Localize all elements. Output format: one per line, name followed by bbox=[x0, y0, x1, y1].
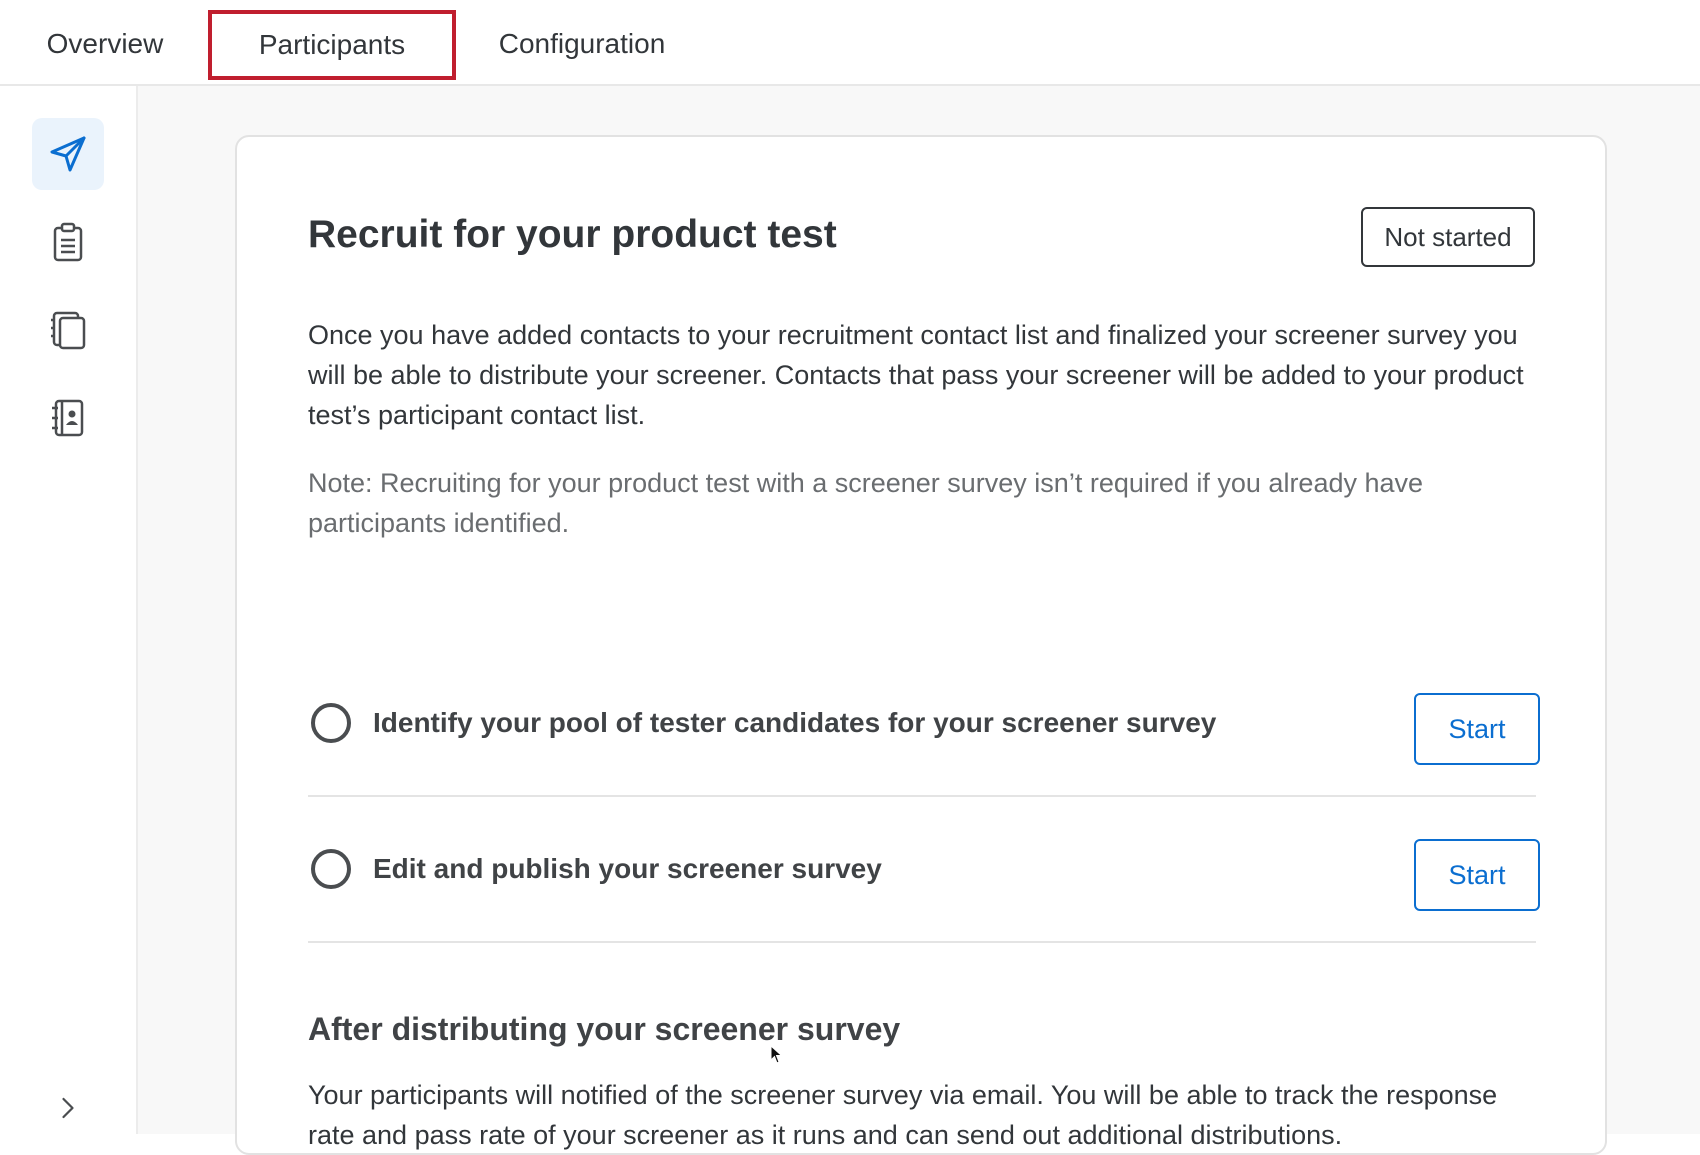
card-description: Once you have added contacts to your rec… bbox=[308, 320, 1524, 430]
sidebar-item-survey[interactable] bbox=[32, 206, 104, 278]
chevron-right-icon bbox=[62, 1097, 74, 1119]
step-status-circle-icon bbox=[311, 849, 351, 889]
recruit-card: Recruit for your product test Not starte… bbox=[235, 135, 1607, 1155]
start-edit-publish-button[interactable]: Start bbox=[1414, 839, 1540, 911]
clipboard-icon bbox=[53, 222, 83, 262]
sidebar-item-pages[interactable] bbox=[32, 294, 104, 366]
main-content: Recruit for your product test Not starte… bbox=[138, 86, 1700, 1155]
step-label: Edit and publish your screener survey bbox=[373, 853, 882, 884]
tab-overview[interactable]: Overview bbox=[40, 4, 170, 84]
mouse-cursor-icon bbox=[770, 1045, 783, 1064]
contact-book-icon bbox=[52, 399, 84, 437]
sidebar-item-contacts[interactable] bbox=[32, 382, 104, 454]
card-note: Note: Recruiting for your product test w… bbox=[308, 468, 1424, 538]
after-distributing-title: After distributing your screener survey bbox=[308, 1011, 901, 1047]
after-distributing-text: Your participants will notified of the s… bbox=[308, 1080, 1498, 1150]
step-edit-publish: Edit and publish your screener survey St… bbox=[308, 797, 1540, 943]
step-label: Identify your pool of tester candidates … bbox=[373, 707, 1217, 738]
tab-bar: Overview Participants Configuration bbox=[0, 4, 1700, 86]
sidebar-item-distribute[interactable] bbox=[32, 118, 104, 190]
status-badge: Not started bbox=[1361, 207, 1535, 267]
pages-icon bbox=[51, 311, 86, 350]
sidebar bbox=[0, 86, 138, 1134]
step-identify-pool: Identify your pool of tester candidates … bbox=[308, 651, 1540, 797]
send-icon bbox=[50, 136, 86, 172]
card-title: Recruit for your product test bbox=[308, 213, 837, 256]
expand-sidebar-button[interactable] bbox=[52, 1088, 84, 1128]
tab-configuration[interactable]: Configuration bbox=[494, 4, 670, 84]
tab-participants[interactable]: Participants bbox=[208, 10, 456, 80]
step-status-circle-icon bbox=[311, 703, 351, 743]
start-identify-pool-button[interactable]: Start bbox=[1414, 693, 1540, 765]
